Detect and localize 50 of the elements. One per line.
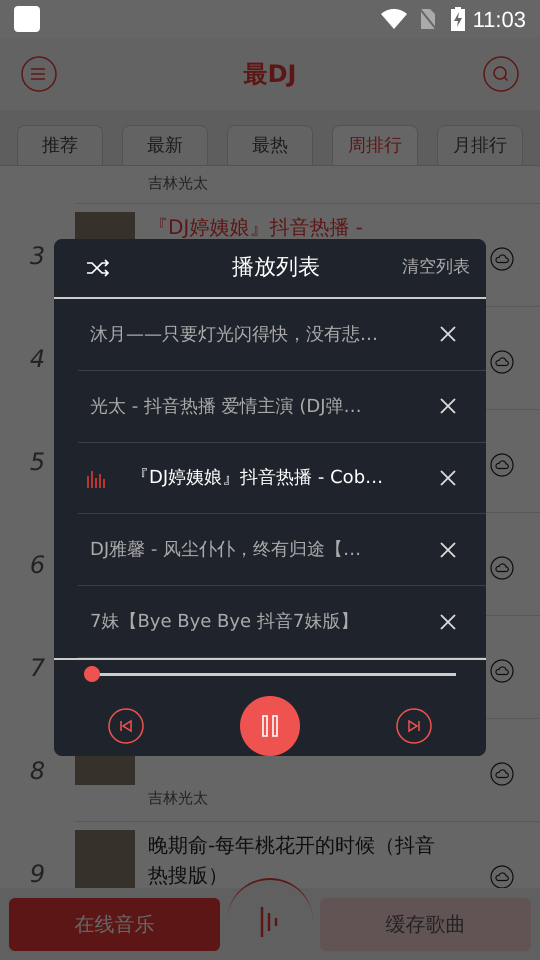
cloud-icon[interactable]: [490, 350, 514, 374]
close-icon[interactable]: [440, 398, 456, 414]
tab[interactable]: 最热: [227, 125, 313, 165]
rank-number: 4: [30, 344, 46, 374]
dialog-title: 播放列表: [231, 254, 321, 282]
nav-button[interactable]: 缓存歌曲: [320, 898, 531, 950]
close-icon[interactable]: [440, 470, 456, 486]
rank-number: 8: [30, 756, 46, 786]
photo-placeholder: [75, 830, 135, 888]
playlist-song-title[interactable]: 『DJ婷姨娘』抖音热播 - Cob…: [131, 464, 440, 492]
rank-number: 5: [30, 446, 46, 478]
cloud-icon[interactable]: [490, 556, 514, 580]
cloud-icon[interactable]: [490, 453, 514, 477]
tab[interactable]: 推荐: [17, 125, 103, 165]
wifi-icon: [380, 8, 407, 30]
app-title: 最DJ: [244, 59, 296, 90]
previous-icon[interactable]: [108, 708, 144, 744]
song-title[interactable]: 『DJ婷姨娘』抖音热播 -: [148, 212, 454, 242]
progress-thumb[interactable]: [84, 666, 100, 682]
close-icon[interactable]: [440, 614, 456, 630]
no-sim-icon: [418, 8, 437, 30]
cloud-icon[interactable]: [490, 865, 514, 888]
playlist-song-title[interactable]: DJ雅馨 - 风尘仆仆，终有归途【…: [90, 536, 440, 564]
app-square-icon: [14, 6, 40, 32]
pause-icon: [262, 715, 278, 737]
battery-charging-icon: [450, 7, 465, 31]
close-icon[interactable]: [440, 542, 456, 558]
rank-number: 9: [30, 858, 46, 888]
cloud-icon[interactable]: [490, 247, 514, 271]
song-title[interactable]: 晚期俞-每年桃花开的时候（抖音热搜版）: [148, 830, 454, 888]
tab[interactable]: 最新: [122, 125, 208, 165]
rank-number: 3: [30, 240, 46, 272]
cloud-icon[interactable]: [490, 762, 514, 786]
tab[interactable]: 周排行: [332, 125, 418, 165]
clock-time: 11:03: [472, 6, 526, 34]
playlist-song-title[interactable]: 光太 - 抖音热播 爱情主演 (DJ弹…: [90, 392, 440, 420]
song-artist: 吉林光太: [148, 173, 208, 194]
nav-button[interactable]: 在线音乐: [9, 898, 220, 950]
rank-number: 7: [30, 652, 46, 684]
shuffle-icon[interactable]: [86, 258, 110, 278]
playlist-song-title[interactable]: 7妹【Bye Bye Bye 抖音7妹版】: [90, 608, 440, 636]
next-icon[interactable]: [396, 708, 432, 744]
playlist-song-title[interactable]: 沐月——只要灯光闪得快，没有悲…: [90, 320, 440, 348]
close-icon[interactable]: [440, 326, 456, 342]
tab[interactable]: 月排行: [437, 125, 523, 165]
song-artist: 吉林光太: [148, 788, 209, 809]
clear-list-button[interactable]: 清空列表: [402, 255, 470, 281]
rank-number: 6: [30, 550, 46, 580]
progress-track[interactable]: [84, 666, 456, 682]
cloud-icon[interactable]: [490, 659, 514, 683]
